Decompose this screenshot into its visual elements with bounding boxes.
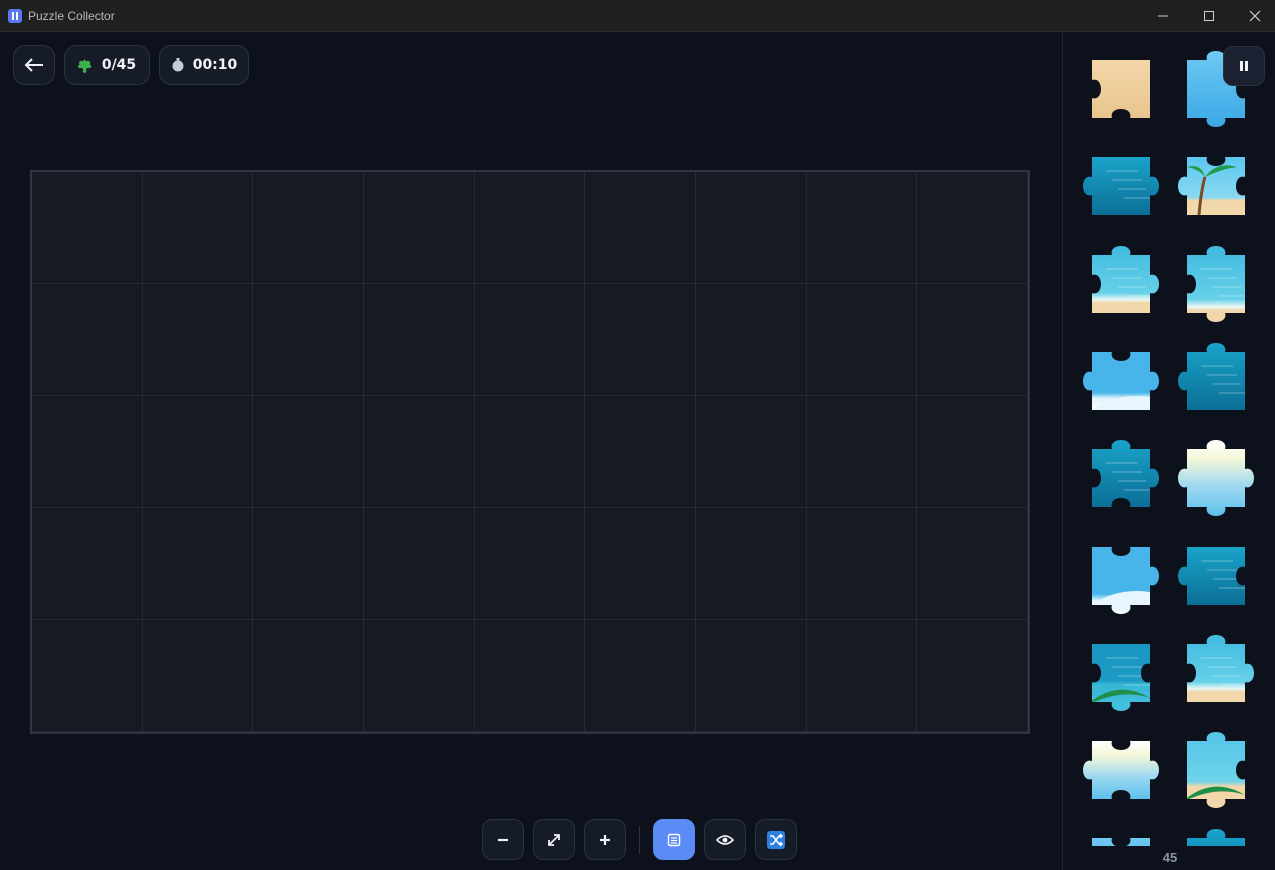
board-slot[interactable] — [696, 172, 807, 284]
board-slot[interactable] — [253, 284, 364, 396]
board-slot[interactable] — [475, 396, 585, 508]
board-slot[interactable] — [917, 396, 1028, 508]
puzzle-piece[interactable] — [1076, 725, 1166, 815]
board-slot[interactable] — [807, 284, 917, 396]
puzzle-piece[interactable] — [1171, 531, 1261, 621]
board-slot[interactable] — [253, 620, 364, 732]
board-slot[interactable] — [917, 172, 1028, 284]
placed-count: 0/45 — [101, 57, 137, 73]
puzzle-piece[interactable] — [1076, 433, 1166, 523]
board-slot[interactable] — [253, 172, 364, 284]
title-bar: Puzzle Collector — [0, 0, 1275, 32]
shuffle-button[interactable] — [755, 819, 797, 860]
board-slot[interactable] — [475, 284, 585, 396]
board-slot[interactable] — [143, 284, 253, 396]
pause-icon — [1240, 61, 1248, 71]
board-slot[interactable] — [475, 620, 585, 732]
board-slot[interactable] — [143, 172, 253, 284]
zoom-in-button[interactable] — [584, 819, 626, 860]
board-slot[interactable] — [32, 172, 143, 284]
timer: 00:10 — [159, 45, 249, 85]
preview-image-button[interactable] — [704, 819, 746, 860]
board-slot[interactable] — [696, 396, 807, 508]
pause-button[interactable] — [1223, 46, 1265, 86]
piece-tray[interactable] — [1062, 32, 1275, 870]
back-button[interactable] — [13, 45, 55, 85]
puzzle-piece[interactable] — [1076, 141, 1166, 231]
puzzle-piece[interactable] — [1171, 239, 1261, 329]
puzzle-board[interactable] — [30, 170, 1030, 734]
board-slot[interactable] — [807, 620, 917, 732]
stopwatch-icon — [172, 58, 184, 72]
board-slot[interactable] — [32, 508, 143, 620]
board-slot[interactable] — [143, 620, 253, 732]
board-slot[interactable] — [364, 508, 475, 620]
close-icon — [1249, 10, 1261, 22]
plus-icon — [600, 834, 610, 845]
puzzle-piece[interactable] — [1171, 433, 1261, 523]
minimize-icon — [1158, 15, 1168, 17]
toggle-tray-button[interactable] — [653, 819, 695, 860]
puzzle-piece[interactable] — [1076, 239, 1166, 329]
board-slot[interactable] — [475, 508, 585, 620]
board-slot[interactable] — [917, 620, 1028, 732]
puzzle-piece[interactable] — [1171, 628, 1261, 718]
pieces-placed-counter: 0/45 — [64, 45, 150, 85]
board-slot[interactable] — [696, 620, 807, 732]
board-slot[interactable] — [807, 172, 917, 284]
board-slot[interactable] — [32, 396, 143, 508]
board-slot[interactable] — [585, 284, 696, 396]
board-slot[interactable] — [585, 508, 696, 620]
puzzle-piece[interactable] — [1076, 531, 1166, 621]
puzzle-piece[interactable] — [1171, 141, 1261, 231]
board-slot[interactable] — [143, 396, 253, 508]
board-slot[interactable] — [364, 620, 475, 732]
eye-icon — [716, 834, 734, 845]
window-title: Puzzle Collector — [28, 9, 115, 23]
board-slot[interactable] — [917, 284, 1028, 396]
maximize-icon — [1204, 11, 1214, 21]
shuffle-icon — [767, 830, 785, 849]
toolbar-divider — [639, 826, 640, 854]
puzzle-piece[interactable] — [1171, 336, 1261, 426]
board-slot[interactable] — [585, 172, 696, 284]
board-slot[interactable] — [807, 508, 917, 620]
board-slot[interactable] — [143, 508, 253, 620]
puzzle-piece-icon — [77, 59, 92, 73]
board-slot[interactable] — [253, 396, 364, 508]
puzzle-piece[interactable] — [1076, 44, 1166, 134]
fit-to-screen-button[interactable] — [533, 819, 575, 860]
board-slot[interactable] — [253, 508, 364, 620]
puzzle-piece[interactable] — [1076, 628, 1166, 718]
list-icon — [667, 833, 681, 846]
board-slot[interactable] — [364, 172, 475, 284]
board-slot[interactable] — [585, 396, 696, 508]
board-slot[interactable] — [585, 620, 696, 732]
puzzle-piece[interactable] — [1076, 336, 1166, 426]
puzzle-piece[interactable] — [1171, 725, 1261, 815]
board-slot[interactable] — [364, 396, 475, 508]
expand-icon — [548, 833, 560, 846]
zoom-out-button[interactable] — [482, 819, 524, 860]
board-slot[interactable] — [364, 284, 475, 396]
board-slot[interactable] — [696, 284, 807, 396]
board-slot[interactable] — [32, 284, 143, 396]
board-slot[interactable] — [475, 172, 585, 284]
minus-icon — [498, 838, 508, 841]
maximize-button[interactable] — [1186, 0, 1232, 32]
arrow-left-icon — [24, 58, 43, 72]
close-window-button[interactable] — [1232, 0, 1275, 32]
board-slot[interactable] — [807, 396, 917, 508]
app-logo-icon — [8, 9, 22, 23]
timer-value: 00:10 — [192, 57, 238, 73]
board-slot[interactable] — [696, 508, 807, 620]
minimize-button[interactable] — [1140, 0, 1186, 32]
board-slot[interactable] — [917, 508, 1028, 620]
remaining-pieces-count: 45 — [1162, 850, 1178, 865]
board-slot[interactable] — [32, 620, 143, 732]
